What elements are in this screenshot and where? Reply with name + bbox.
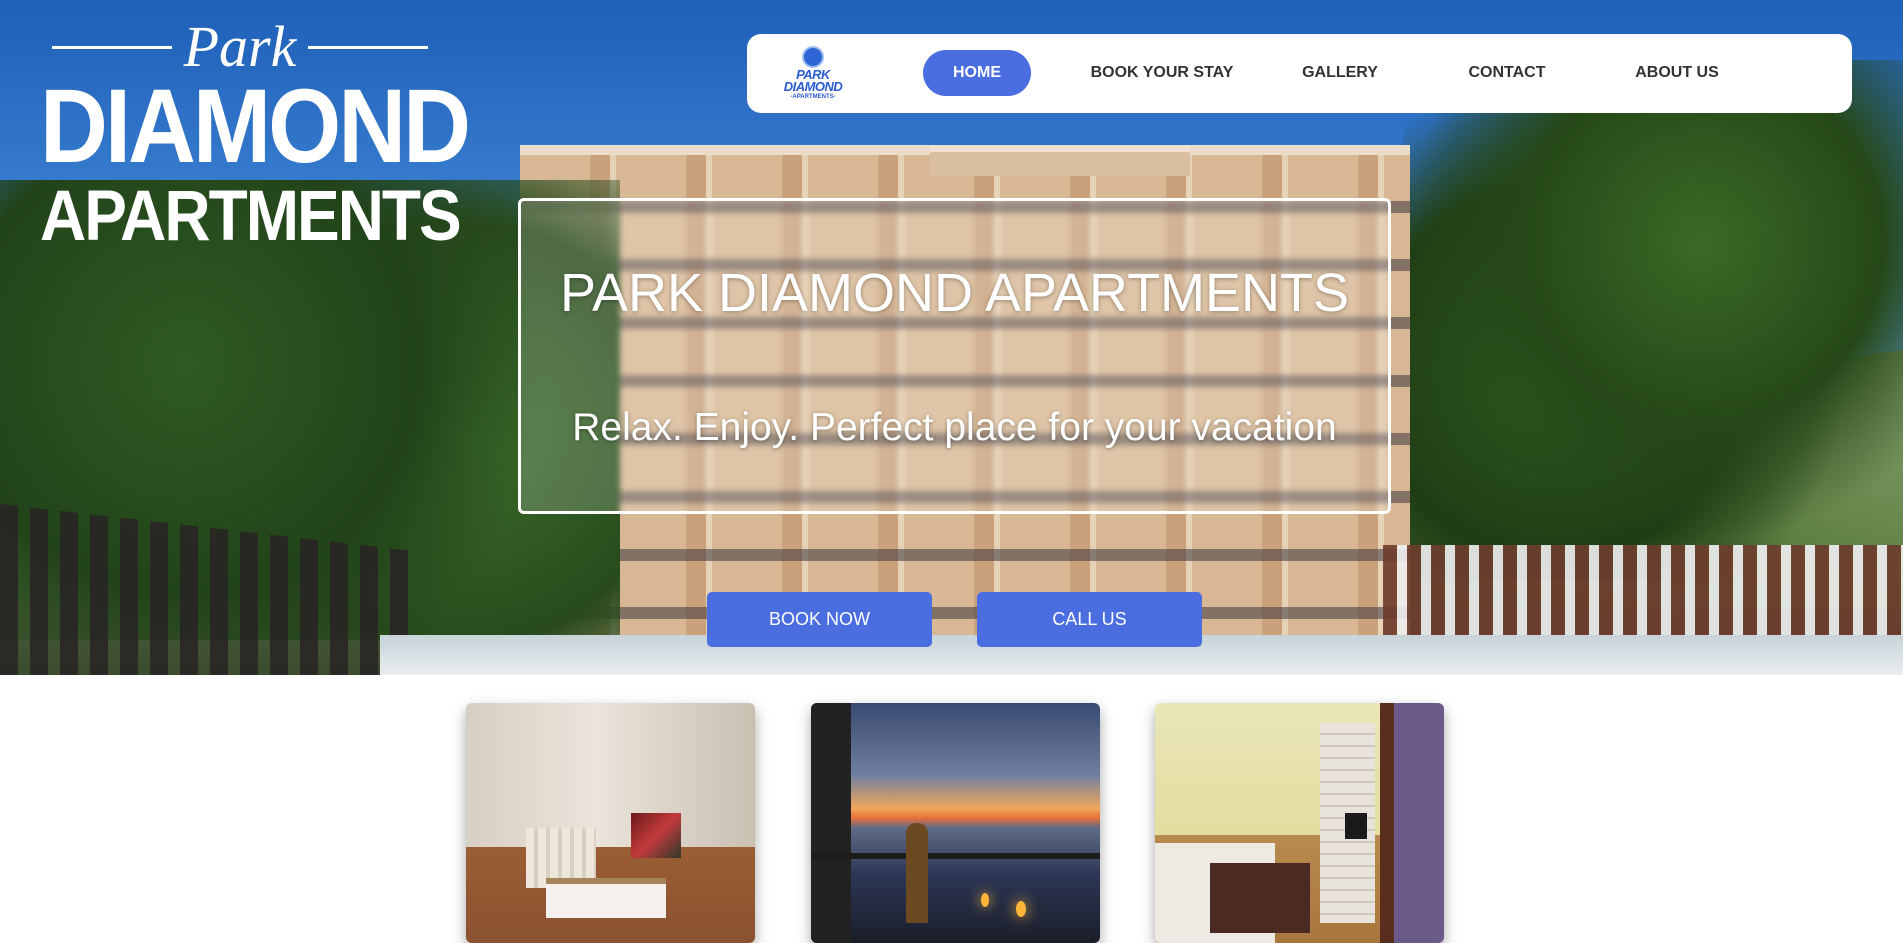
card-bedroom-image[interactable]	[466, 703, 755, 943]
brand-logo-apartments: APARTMENTS	[40, 174, 462, 256]
television	[1345, 813, 1367, 839]
apartment-building-roof	[930, 146, 1190, 176]
balcony-wall	[811, 703, 851, 943]
accent-wall	[1394, 703, 1444, 943]
hero-headline-box: PARK DIAMOND APARTMENTS Relax. Enjoy. Pe…	[518, 198, 1391, 514]
wine-bottle	[906, 823, 928, 923]
call-us-button[interactable]: CALL US	[977, 592, 1202, 647]
background-trees-right	[1403, 60, 1903, 580]
bedroom-artwork	[631, 813, 681, 858]
nav-logo-line2: DIAMOND	[783, 78, 843, 94]
nav-logo-line3: -APARTMENTS-	[790, 93, 836, 100]
nav-item-gallery[interactable]: GALLERY	[1293, 50, 1387, 96]
feature-cards	[0, 703, 1903, 943]
candle-icon	[981, 893, 989, 907]
hero-title: PARK DIAMOND APARTMENTS	[559, 263, 1350, 323]
nav-item-about-us[interactable]: ABOUT US	[1627, 50, 1727, 96]
logo-rule-right	[308, 45, 429, 49]
hero-subtitle: Relax. Enjoy. Perfect place for your vac…	[572, 406, 1337, 449]
nav-item-home[interactable]: HOME	[923, 50, 1031, 96]
brand-logo-diamond: DIAMOND	[40, 67, 471, 185]
balcony-rail	[811, 853, 1100, 859]
candle-icon	[1016, 901, 1026, 917]
wood-post	[1380, 703, 1394, 943]
bedroom-bed	[546, 878, 666, 918]
book-now-button[interactable]: BOOK NOW	[707, 592, 932, 647]
main-navigation: PARK DIAMOND -APARTMENTS- HOME BOOK YOUR…	[747, 34, 1852, 113]
diamond-emblem-icon	[802, 45, 824, 68]
nav-logo[interactable]: PARK DIAMOND -APARTMENTS-	[779, 40, 847, 106]
card-living-room-image[interactable]	[1155, 703, 1444, 943]
logo-rule-left	[51, 45, 172, 49]
card-balcony-sunset-image[interactable]	[811, 703, 1100, 943]
nav-item-book-your-stay[interactable]: BOOK YOUR STAY	[1081, 50, 1243, 96]
brand-logo[interactable]: Park DIAMOND APARTMENTS	[40, 18, 471, 258]
nav-item-contact[interactable]: CONTACT	[1457, 50, 1557, 96]
